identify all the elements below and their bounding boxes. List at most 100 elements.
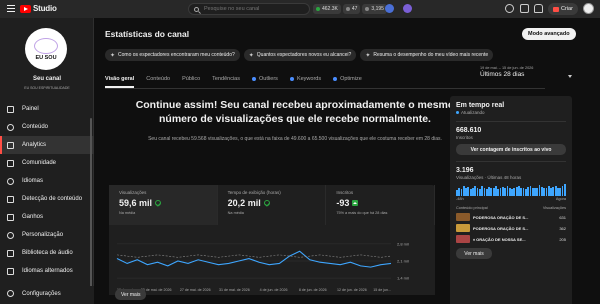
metric-value: -93 xyxy=(336,198,350,208)
suggestion-chip[interactable]: ✦ Como os espectadores encontraram meu co… xyxy=(105,49,240,61)
sidebar-item-label: Configurações xyxy=(22,290,61,297)
content-detection-icon xyxy=(7,195,14,203)
suggestion-chip[interactable]: ✦ Resuma o desempenho do meu vídeo mais r… xyxy=(360,49,494,61)
video-title: ♦ ORAÇÃO DE NOSSA SE... xyxy=(473,236,526,242)
tab-divider xyxy=(105,88,545,89)
channel-avatar[interactable]: EU SOU xyxy=(25,28,67,70)
sidebar-scrollbar[interactable] xyxy=(90,118,92,298)
summary-subline: Seu canal recebeu 59.568 visualizações, … xyxy=(148,136,442,142)
sidebar-item-label: Analytics xyxy=(22,142,47,148)
metric-value-row: 20,2 mil xyxy=(228,198,316,208)
tab-1[interactable]: Conteúdo xyxy=(146,72,170,86)
notifications-icon[interactable] xyxy=(534,4,543,13)
video-views: 205 xyxy=(559,236,566,242)
search-box[interactable] xyxy=(188,3,310,15)
sidebar-item-0[interactable]: Painel xyxy=(0,100,94,118)
tab-0[interactable]: Visão geral xyxy=(105,72,135,88)
metric-card[interactable]: Visualizações 59,6 mil Na média xyxy=(109,185,218,225)
sidebar-item-label: Detecção de conteúdo xyxy=(22,196,83,202)
help-icon[interactable] xyxy=(505,4,514,13)
youtube-logo-icon xyxy=(20,4,31,13)
top-content-row[interactable]: ♦ ORAÇÃO DE NOSSA SE... 205 xyxy=(456,235,566,243)
suggestion-chip[interactable]: ✦ Quantos espectadores novos eu alcancei? xyxy=(243,49,357,61)
extension-icon[interactable] xyxy=(403,4,412,13)
sidebar-item-label: Painel xyxy=(22,106,39,112)
top-content-row[interactable]: PODEROSA ORAÇÃO DE S... 631 xyxy=(456,213,566,221)
sidebar-item-8[interactable]: Biblioteca de áudio xyxy=(0,244,94,262)
metric-note: Na média xyxy=(119,211,136,215)
sidebar-bottom-item-0[interactable]: Configurações xyxy=(0,286,94,301)
sidebar-item-9[interactable]: Idiomas alternados xyxy=(0,262,94,280)
create-button[interactable]: Criar xyxy=(548,3,578,15)
realtime-bar-chart xyxy=(456,182,566,196)
views-icon xyxy=(316,7,320,11)
avatar-label: EU SOU xyxy=(35,54,57,61)
sidebar-item-label: Conteúdo xyxy=(22,124,49,130)
video-views: 362 xyxy=(559,225,566,231)
video-thumbnail xyxy=(456,235,470,243)
live-indicator: Atualizando xyxy=(456,110,566,115)
metric-note: Na média xyxy=(227,211,244,215)
tab-6[interactable]: Optimize xyxy=(333,72,362,86)
sidebar-item-6[interactable]: Ganhos xyxy=(0,208,94,226)
metric-note: 75% a mais do que há 28 dias xyxy=(336,211,388,215)
live-subscribers-button[interactable]: Ver contagem de inscritos ao vivo xyxy=(456,144,566,155)
stat-views[interactable]: 462.3K xyxy=(313,4,341,14)
sidebar: EU SOU Seu canal EU SOU ESPIRITUALIDADE … xyxy=(0,18,94,304)
suggestion-chips: ✦ Como os espectadores encontraram meu co… xyxy=(105,49,494,61)
create-icon xyxy=(553,6,559,12)
tab-4[interactable]: Outliers xyxy=(251,72,278,86)
tab-3[interactable]: Tendências xyxy=(212,72,240,86)
sidebar-item-label: Comunidade xyxy=(22,160,57,166)
sidebar-item-2[interactable]: Analytics xyxy=(0,136,94,154)
stat-count-b[interactable]: 3,195 xyxy=(362,4,387,14)
messages-icon[interactable] xyxy=(520,4,529,13)
subscribers-label: Inscritos xyxy=(456,135,473,140)
subscribers-count: 668.610 xyxy=(456,127,482,134)
extension-dot-icon xyxy=(289,77,294,81)
customization-icon xyxy=(7,231,14,239)
channel-handle: EU SOU ESPIRITUALIDADE xyxy=(24,86,70,90)
divider xyxy=(456,121,566,122)
line-chart: 2,8 mil2,1 mil1,4 mil19 de mai. ...23 de… xyxy=(116,241,409,292)
top-content-list: PODEROSA ORAÇÃO DE S... 631 PODEROSA ORAÇÃ… xyxy=(456,213,566,243)
menu-icon[interactable] xyxy=(7,5,15,12)
sidebar-item-5[interactable]: Detecção de conteúdo xyxy=(0,190,94,208)
date-range-picker[interactable]: 19 de mai. – 15 de jun. de 2026 Últimos … xyxy=(480,66,572,78)
sidebar-bottom-nav: ConfiguraçõesEnviar feedback xyxy=(0,286,94,304)
y-tick-label: 2,8 mil xyxy=(397,241,409,246)
video-thumbnail xyxy=(456,213,470,221)
tab-bar: Visão geral Conteúdo Público Tendências Outl… xyxy=(105,72,362,88)
sidebar-item-7[interactable]: Personalização xyxy=(0,226,94,244)
metric-value-row: -93 xyxy=(336,198,424,208)
sidebar-item-3[interactable]: Comunidade xyxy=(0,154,94,172)
stat-icon xyxy=(365,7,370,11)
search-input[interactable] xyxy=(204,6,304,12)
video-views: 631 xyxy=(559,214,566,220)
advanced-mode-button[interactable]: Modo avançado xyxy=(522,28,576,40)
extension-stats: 462.3K 47 3,195 xyxy=(313,3,387,15)
see-more-button[interactable]: Ver mais xyxy=(115,289,147,300)
account-avatar[interactable] xyxy=(583,3,594,14)
tab-5[interactable]: Keywords xyxy=(289,72,321,86)
sidebar-item-1[interactable]: Conteúdo xyxy=(0,118,94,136)
top-content-header: Conteúdo principal Visualizações xyxy=(456,206,566,210)
tab-2[interactable]: Público xyxy=(182,72,200,86)
top-content-row[interactable]: PODEROSA ORAÇÃO DE S... 362 xyxy=(456,224,566,232)
stat-count-a[interactable]: 47 xyxy=(342,4,361,14)
metric-card[interactable]: Inscritos -93 75% a mais do que há 28 dias xyxy=(326,185,436,225)
x-tick-label: 8 de jun. de 2026 xyxy=(299,288,327,292)
sidebar-nav: Painel Conteúdo Analytics Comunidade Idiomas… xyxy=(0,100,94,280)
studio-logo[interactable]: Studio xyxy=(20,4,57,13)
main-content: Estatísticas do canal Modo avançado ✦ Com… xyxy=(95,18,600,304)
extension-icon[interactable] xyxy=(385,4,394,13)
languages-icon xyxy=(7,177,14,185)
divider xyxy=(456,161,566,162)
sidebar-item-4[interactable]: Idiomas xyxy=(0,172,94,190)
metric-label: Tempo de exibição (horas) xyxy=(227,190,281,195)
realtime-see-more-button[interactable]: Ver mais xyxy=(456,248,492,259)
earn-icon xyxy=(7,213,14,221)
check-circle-icon xyxy=(155,200,162,206)
metric-card[interactable]: Tempo de exibição (horas) 20,2 mil Na médi… xyxy=(218,185,327,225)
sparkle-icon: ✦ xyxy=(365,52,371,59)
